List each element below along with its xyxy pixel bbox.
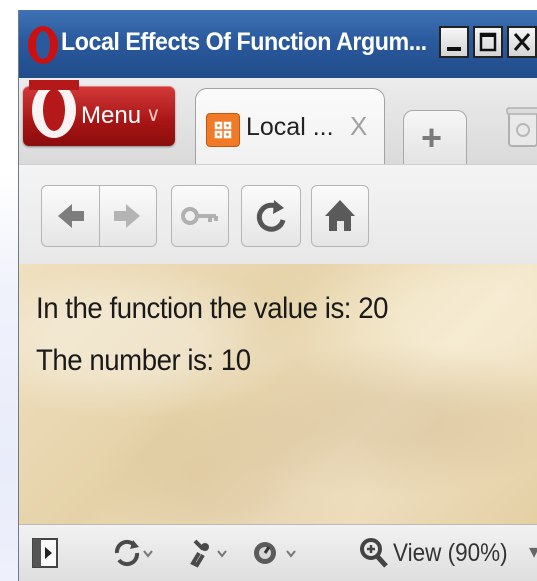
reload-button[interactable] [241,185,301,247]
opera-menu-button[interactable]: Menu ∨ [23,80,175,146]
menu-label: Menu [81,102,142,129]
zoom-control[interactable]: View (90%) ▾ [359,537,537,569]
forward-arrow-icon [114,204,140,228]
function-value-text: In the function the value is: 20 [36,292,389,325]
zoom-label: View (90%) [393,539,508,567]
number-value-text: The number is: 10 [36,344,251,377]
home-icon [325,200,355,231]
tools-icon[interactable] [185,537,231,569]
back-button[interactable] [41,185,101,247]
close-button[interactable] [507,26,537,58]
new-tab-button[interactable]: + [403,110,467,168]
minimize-button[interactable] [439,26,469,58]
tab-title: Local ... [246,113,334,141]
browser-window: Local Effects Of Function Argum... Menu … [18,10,537,581]
window-title: Local Effects Of Function Argum... [61,28,427,56]
page-favicon-icon [206,113,240,147]
tab-active[interactable]: Local ... X [195,88,385,175]
tab-close-icon[interactable]: X [350,111,367,142]
speed-dial-icon[interactable] [251,537,303,569]
home-button[interactable] [311,185,369,247]
reload-icon [256,200,286,232]
title-bar[interactable]: Local Effects Of Function Argum... [19,10,537,78]
back-arrow-icon [58,204,84,228]
trash-icon[interactable] [505,106,537,150]
chevron-down-icon: ∨ [146,104,161,126]
plus-icon: + [421,117,443,158]
key-button[interactable] [171,185,229,247]
screenshot-stage: Local Effects Of Function Argum... Menu … [0,0,537,581]
chevron-down-icon: ▾ [529,539,537,564]
page-content: In the function the value is: 20 The num… [19,264,537,524]
opera-menu-logo-icon [29,80,79,138]
sync-icon[interactable] [109,537,157,569]
opera-logo-icon [28,26,58,64]
desktop-background [0,0,18,581]
panel-toggle-icon[interactable] [31,537,61,569]
key-icon [181,207,218,225]
tab-strip: Menu ∨ Local ... X + [19,78,537,175]
forward-button[interactable] [99,185,157,247]
zoom-icon [360,538,388,568]
minimize-icon [447,47,461,51]
status-bar: View (90%) ▾ [19,524,537,581]
navigation-toolbar [19,164,537,265]
close-icon [513,33,531,51]
maximize-button[interactable] [473,26,503,58]
maximize-icon [479,32,497,52]
